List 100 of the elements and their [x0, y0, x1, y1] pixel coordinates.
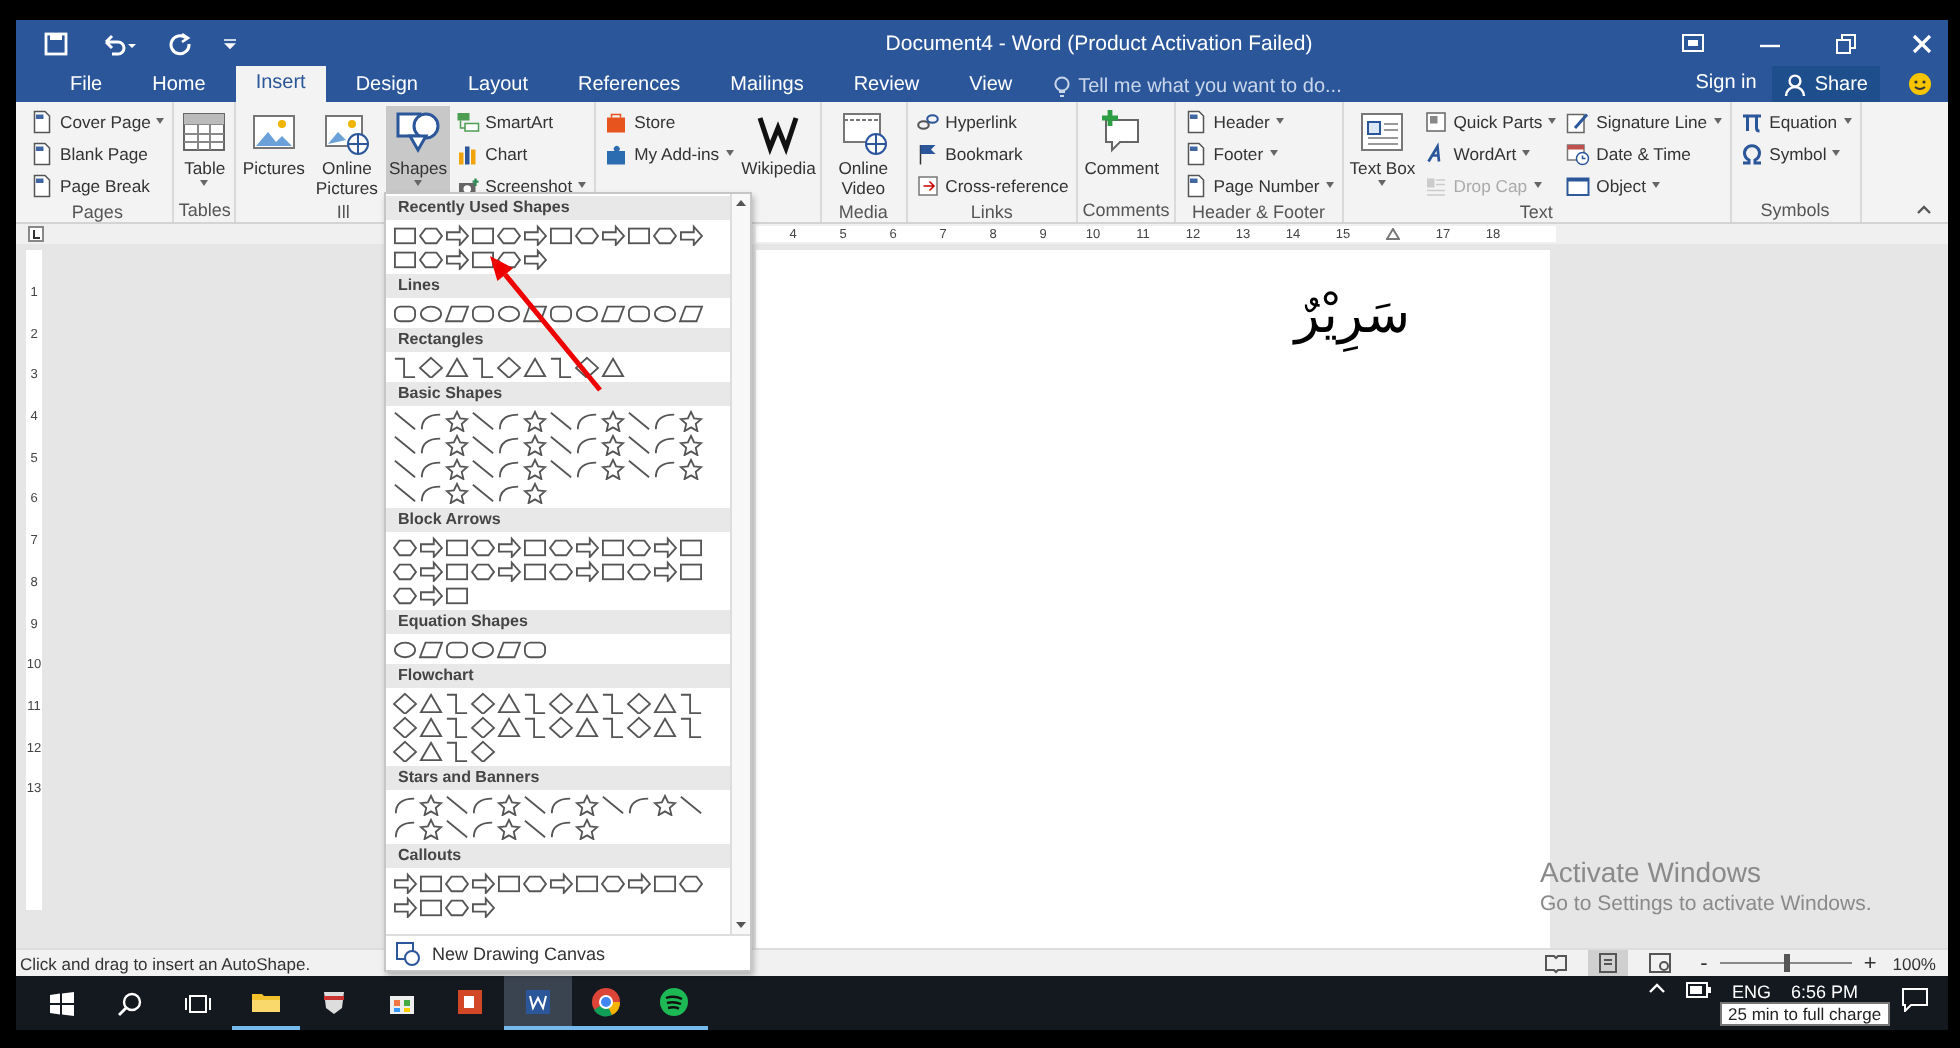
taskbar-app-button[interactable] [504, 976, 572, 1030]
shape-icon[interactable] [678, 560, 704, 582]
sign-in-link[interactable]: Sign in [1679, 66, 1773, 102]
shape-icon[interactable] [470, 692, 496, 714]
ribbon-button[interactable]: Table [178, 106, 231, 198]
shape-icon[interactable] [496, 536, 522, 558]
print-layout-button[interactable] [1588, 950, 1629, 976]
shape-icon[interactable] [496, 560, 522, 582]
shape-icon[interactable] [496, 482, 522, 504]
shape-icon[interactable] [418, 434, 444, 456]
ribbon-button[interactable]: Wikipedia [739, 106, 816, 199]
shape-icon[interactable] [392, 482, 418, 504]
shape-icon[interactable] [522, 482, 548, 504]
shape-icon[interactable] [522, 872, 548, 894]
shape-icon[interactable] [626, 434, 652, 456]
scrollbar[interactable] [730, 194, 750, 934]
zoom-slider-thumb[interactable] [1783, 954, 1790, 972]
shape-icon[interactable] [496, 872, 522, 894]
shape-icon[interactable] [600, 302, 626, 324]
shape-icon[interactable] [626, 794, 652, 816]
shape-icon[interactable] [418, 896, 444, 918]
shape-icon[interactable] [418, 740, 444, 762]
shape-icon[interactable] [678, 224, 704, 246]
shape-icon[interactable] [392, 560, 418, 582]
shape-icon[interactable] [548, 302, 574, 324]
zoom-out-button[interactable]: - [1700, 951, 1708, 975]
shape-icon[interactable] [626, 302, 652, 324]
shape-icon[interactable] [652, 872, 678, 894]
shape-icon[interactable] [574, 536, 600, 558]
ribbon-tab[interactable]: File [50, 70, 123, 102]
shape-icon[interactable] [548, 410, 574, 432]
ribbon-button[interactable]: Chart [451, 138, 591, 168]
shape-icon[interactable] [418, 794, 444, 816]
ribbon-button[interactable]: Cross-reference [911, 170, 1073, 200]
search-icon[interactable] [118, 991, 142, 1015]
shape-icon[interactable] [496, 434, 522, 456]
shape-icon[interactable] [574, 794, 600, 816]
shape-icon[interactable] [574, 818, 600, 840]
shape-icon[interactable] [444, 818, 470, 840]
shape-icon[interactable] [392, 872, 418, 894]
shape-icon[interactable] [548, 692, 574, 714]
ribbon-button[interactable]: Comment [1082, 106, 1159, 198]
restore-icon[interactable] [1836, 33, 1856, 53]
ribbon-button[interactable]: Header [1179, 106, 1338, 136]
shape-icon[interactable] [470, 458, 496, 480]
shape-icon[interactable] [418, 536, 444, 558]
shape-icon[interactable] [678, 692, 704, 714]
shape-icon[interactable] [600, 692, 626, 714]
shape-icon[interactable] [470, 482, 496, 504]
shape-icon[interactable] [496, 302, 522, 324]
ribbon-button[interactable]: Date & Time [1562, 138, 1726, 168]
shape-icon[interactable] [652, 560, 678, 582]
shape-icon[interactable] [496, 818, 522, 840]
shape-icon[interactable] [470, 434, 496, 456]
clock-time[interactable]: 6:56 PM [1790, 982, 1858, 1002]
shape-icon[interactable] [522, 458, 548, 480]
ribbon-tab[interactable]: Design [335, 70, 438, 102]
shape-icon[interactable] [444, 536, 470, 558]
shape-icon[interactable] [626, 458, 652, 480]
shape-icon[interactable] [392, 302, 418, 324]
shape-icon[interactable] [522, 434, 548, 456]
shape-icon[interactable] [418, 410, 444, 432]
shape-icon[interactable] [652, 794, 678, 816]
ribbon-button[interactable]: Bookmark [911, 138, 1073, 168]
shape-icon[interactable] [444, 356, 470, 378]
ribbon-button[interactable]: WordArt [1419, 138, 1561, 168]
shape-icon[interactable] [418, 458, 444, 480]
shape-icon[interactable] [600, 458, 626, 480]
zoom-level[interactable]: 100% [1892, 953, 1936, 973]
shape-icon[interactable] [626, 536, 652, 558]
ribbon-button[interactable]: Cover Page [26, 106, 169, 136]
shape-icon[interactable] [600, 536, 626, 558]
new-drawing-canvas-item[interactable]: New Drawing Canvas [386, 934, 750, 970]
ribbon-button[interactable]: Equation [1735, 106, 1856, 136]
shape-icon[interactable] [548, 458, 574, 480]
shape-icon[interactable] [418, 482, 444, 504]
undo-icon[interactable] [100, 31, 136, 55]
shape-icon[interactable] [522, 638, 548, 660]
ribbon-button[interactable]: SmartArt [451, 106, 591, 136]
shape-icon[interactable] [470, 716, 496, 738]
shape-icon[interactable] [444, 716, 470, 738]
tell-me-field[interactable]: Tell me what you want to do... [1054, 70, 1342, 102]
shape-icon[interactable] [548, 434, 574, 456]
shape-icon[interactable] [600, 716, 626, 738]
indent-marker-icon[interactable] [1386, 228, 1400, 240]
shape-icon[interactable] [548, 536, 574, 558]
shape-icon[interactable] [574, 302, 600, 324]
shape-icon[interactable] [392, 638, 418, 660]
shape-icon[interactable] [574, 434, 600, 456]
share-button[interactable]: Share [1772, 66, 1880, 102]
shape-icon[interactable] [418, 248, 444, 270]
redo-icon[interactable] [168, 31, 192, 55]
shape-icon[interactable] [392, 818, 418, 840]
shape-icon[interactable] [574, 716, 600, 738]
notifications-icon[interactable] [1902, 988, 1928, 1012]
shape-icon[interactable] [678, 794, 704, 816]
shape-icon[interactable] [626, 224, 652, 246]
shape-icon[interactable] [444, 302, 470, 324]
shape-icon[interactable] [418, 638, 444, 660]
battery-icon[interactable] [1685, 982, 1712, 998]
